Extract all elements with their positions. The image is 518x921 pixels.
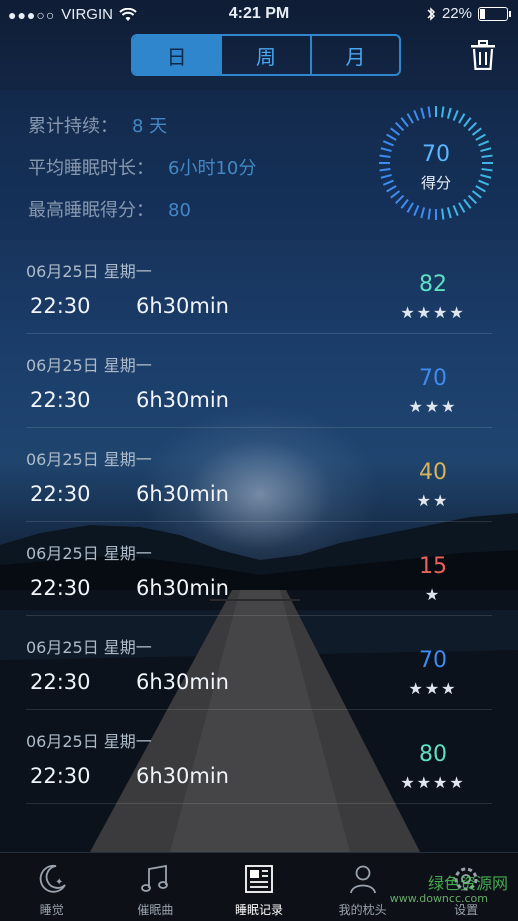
dial-tick (379, 168, 391, 172)
dial-tick (458, 202, 466, 213)
dial-tick (481, 168, 493, 172)
tab-sleep-label: 睡觉 (39, 903, 64, 917)
record-duration: 6h30min (136, 764, 229, 788)
list-item[interactable]: 06月25日 星期一 22:30 6h30min 82 ★★★★ (26, 240, 492, 334)
record-bedtime: 22:30 (30, 294, 91, 318)
record-duration: 6h30min (136, 576, 229, 600)
dial-tick (471, 127, 482, 136)
tab-sleep-record-label: 睡眠记录 (234, 903, 283, 917)
dial-score: 70 (422, 142, 450, 167)
record-bedtime: 22:30 (30, 576, 91, 600)
dial-tick (400, 117, 409, 128)
record-bedtime: 22:30 (30, 388, 91, 412)
tab-lullaby[interactable]: 催眠曲 (104, 853, 208, 921)
tab-week[interactable]: 周 (222, 36, 312, 74)
record-duration: 6h30min (136, 482, 229, 506)
period-switcher: 日 周 月 (131, 34, 401, 76)
watermark: 绿色资源网 (427, 874, 508, 893)
dial-tick (420, 207, 426, 219)
dial-tick (441, 106, 445, 118)
dial-tick (446, 107, 452, 119)
list-item[interactable]: 06月25日 星期一 22:30 6h30min 40 ★★ (26, 428, 492, 522)
record-stars: ★★★ (408, 397, 458, 416)
newspaper-icon (245, 865, 273, 893)
bluetooth-icon (427, 6, 436, 21)
record-stars: ★★★★ (400, 303, 466, 322)
record-duration: 6h30min (136, 670, 229, 694)
dial-tick (394, 194, 405, 205)
watermark-url: www.downcc.com (389, 892, 488, 905)
dial-tick (452, 109, 459, 121)
music-note-icon (141, 864, 169, 892)
record-bedtime: 22:30 (30, 482, 91, 506)
record-score: 70 (419, 366, 447, 391)
trash-icon[interactable] (470, 40, 496, 70)
record-score: 82 (419, 272, 447, 297)
tab-my-pillow[interactable]: 我的枕头 (311, 853, 415, 921)
record-stars: ★★★ (408, 679, 458, 698)
record-date: 06月25日 星期一 (26, 544, 152, 563)
record-stars: ★★★★ (400, 773, 466, 792)
record-bedtime: 22:30 (30, 670, 91, 694)
person-icon (349, 865, 376, 894)
battery-percent: 22% (441, 5, 472, 22)
svg-text:✦: ✦ (55, 877, 63, 888)
dial-tick (467, 194, 478, 205)
moon-icon: ✦ (39, 864, 66, 893)
dial-tick (452, 205, 459, 217)
dial-tick (427, 208, 431, 220)
dial-tick (413, 109, 420, 121)
tab-day[interactable]: 日 (133, 36, 223, 74)
tab-sleep[interactable]: ✦ 睡觉 (0, 853, 104, 921)
dial-tick (406, 202, 414, 213)
record-date: 06月25日 星期一 (26, 450, 152, 469)
list-item[interactable]: 06月25日 星期一 22:30 6h30min 70 ★★★ (26, 334, 492, 428)
record-date: 06月25日 星期一 (26, 638, 152, 657)
tab-month[interactable]: 月 (312, 36, 399, 74)
record-score: 80 (419, 742, 447, 767)
tab-lullaby-label: 催眠曲 (137, 903, 174, 917)
dial-tick (413, 205, 420, 217)
list-item[interactable]: 06月25日 星期一 22:30 6h30min 15 ★ (26, 522, 492, 616)
record-date: 06月25日 星期一 (26, 262, 152, 281)
status-bar: ●●●○○ VIRGIN 4:21 PM 22% (0, 0, 518, 30)
record-date: 06月25日 星期一 (26, 732, 152, 751)
record-bedtime: 22:30 (30, 764, 91, 788)
record-stars: ★ (424, 585, 442, 604)
dial-tick (441, 208, 445, 220)
dial-tick (406, 113, 414, 124)
dial-tick (420, 107, 426, 119)
dial-tick (400, 198, 409, 209)
dial-tick (463, 198, 472, 209)
record-score: 40 (419, 460, 447, 485)
list-item[interactable]: 06月25日 星期一 22:30 6h30min 80 ★★★★ (26, 710, 492, 804)
dial-tick (386, 133, 397, 141)
record-score: 15 (419, 554, 447, 579)
dial-label: 得分 (420, 174, 451, 192)
tab-sleep-record[interactable]: 睡眠记录 (207, 853, 311, 921)
record-date: 06月25日 星期一 (26, 356, 152, 375)
sleep-record-list: 06月25日 星期一 22:30 6h30min 82 ★★★★ 06月25日 星期一 22… (0, 240, 518, 804)
list-item[interactable]: 06月25日 星期一 22:30 6h30min 70 ★★★ (26, 616, 492, 710)
tab-my-pillow-label: 我的枕头 (338, 903, 387, 917)
record-duration: 6h30min (136, 388, 229, 412)
dial-tick (390, 127, 401, 136)
record-score: 70 (419, 648, 447, 673)
dial-tick (446, 207, 452, 219)
dial-tick (467, 121, 478, 132)
record-stars: ★★ (416, 491, 450, 510)
dial-tick (458, 113, 466, 124)
dial-tick (427, 106, 431, 118)
record-duration: 6h30min (136, 294, 229, 318)
dial-tick (475, 133, 486, 141)
battery-icon (478, 6, 511, 21)
dial-tick (394, 121, 405, 132)
dial-tick (463, 117, 472, 128)
